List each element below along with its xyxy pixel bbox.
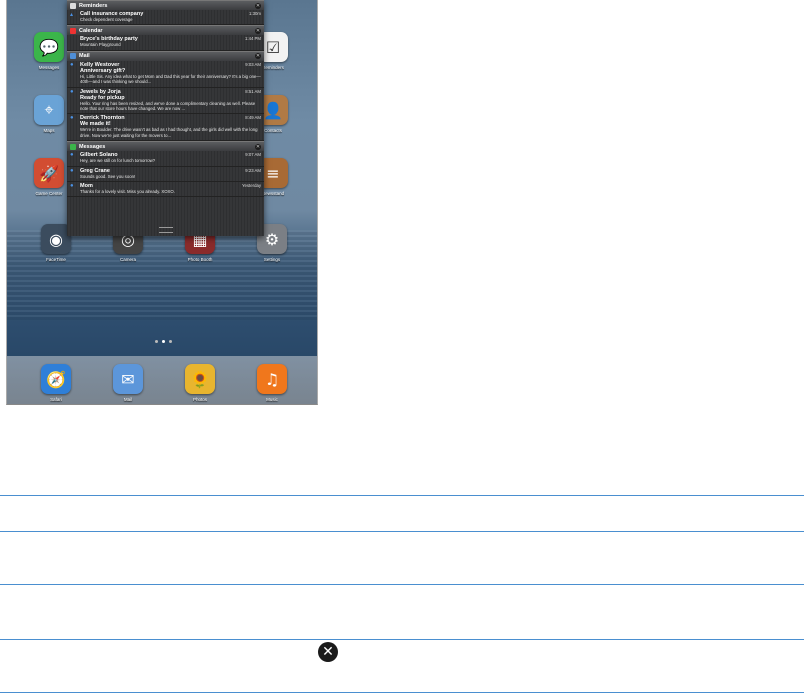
section-title: Calendar (79, 27, 103, 34)
section-mail: Mail ✕ (67, 50, 264, 61)
page-dot-current (162, 340, 165, 343)
section-title: Messages (79, 143, 106, 150)
unread-dot-icon: ● (70, 183, 74, 190)
notification-item[interactable]: ● Derrick Thornton 8:49 AM We made it! We… (67, 114, 264, 142)
app-label: Photo Booth (187, 257, 213, 262)
notification-time: 9:23 AM (245, 167, 261, 173)
messages-app-icon: 💬 (34, 32, 64, 62)
notification-text: We're in Boulder. The drive wasn't as ba… (80, 127, 258, 138)
notification-item[interactable]: ● Gilbert Solano 9:07 AM Hey, are we stil… (67, 151, 264, 167)
table-rule (0, 584, 804, 585)
notification-time: 8:51 AM (245, 88, 261, 94)
table-rule (0, 639, 804, 640)
notification-time: 1:44 PM (244, 36, 261, 42)
app-label: FaceTime (46, 257, 66, 262)
app-safari[interactable]: 🧭 Safari (36, 364, 76, 402)
notification-item[interactable]: Bryce's birthday party 1:44 PM Mountain P… (67, 35, 264, 51)
app-label: Messages (38, 65, 60, 70)
safari-app-icon: 🧭 (41, 364, 71, 394)
app-label: Camera (119, 257, 136, 262)
unread-dot-icon: ● (70, 115, 74, 122)
notification-text: Hello. Your ring has been resized, and w… (80, 100, 256, 112)
close-icon[interactable]: ✕ (255, 27, 261, 34)
section-reminders: Reminders ✕ (67, 0, 264, 10)
section-title: Mail (79, 53, 90, 60)
notification-time: 9:07 AM (245, 152, 261, 158)
ipad-screenshot: 💬 Messages ⌖ Maps 🚀 Game Center ☑ Remind… (6, 0, 318, 405)
music-app-icon: ♫ (257, 364, 287, 394)
notification-text: Mountain Playground (80, 42, 121, 48)
unread-dot-icon (70, 36, 80, 47)
app-label: Maps (43, 128, 55, 133)
table-rule (0, 495, 804, 496)
calendar-icon (70, 27, 76, 34)
unread-dot-icon: ● (70, 167, 74, 174)
app-music[interactable]: ♫ Music (252, 364, 292, 402)
app-label: Settings (263, 257, 281, 262)
unread-dot-icon: ● (70, 88, 74, 95)
notification-time: 8:49 AM (245, 115, 261, 121)
notification-time: Yesterday (242, 183, 261, 189)
notification-time: 1:30m (249, 11, 261, 16)
maps-app-icon: ⌖ (34, 95, 64, 125)
notification-center[interactable]: Reminders ✕ ▴ Call insurance company 1:30… (67, 0, 264, 236)
mail-app-icon: ✉ (113, 364, 143, 394)
app-label: Mail (123, 397, 133, 402)
reminders-icon (70, 2, 76, 9)
app-mail[interactable]: ✉ Mail (108, 364, 148, 402)
notification-text: Check dependent coverage (80, 17, 133, 22)
section-messages: Messages ✕ (67, 141, 264, 152)
notification-text: Hey, are we still on for lunch tomorrow? (80, 158, 156, 164)
messages-icon (70, 143, 76, 150)
app-label: Music (266, 397, 278, 402)
app-game-center[interactable]: 🚀 Game Center (29, 158, 69, 196)
app-photos[interactable]: 🌻 Photos (180, 364, 220, 402)
app-label: Photos (192, 397, 207, 402)
notification-time: 9:03 AM (245, 61, 261, 67)
section-title: Reminders (79, 2, 108, 9)
app-messages[interactable]: 💬 Messages (29, 32, 69, 70)
page-dot (169, 340, 172, 343)
app-label: Game Center (35, 191, 63, 196)
bell-icon: ▴ (70, 12, 74, 18)
app-maps[interactable]: ⌖ Maps (29, 95, 69, 133)
unread-dot-icon: ● (70, 152, 74, 159)
mail-icon (70, 53, 76, 60)
notification-title: Greg Crane (80, 167, 110, 174)
notification-item[interactable]: ● Jewels by Jorja 8:51 AM Ready for picku… (67, 88, 264, 115)
table-rule (0, 692, 804, 693)
search-page-dot (155, 340, 158, 343)
section-calendar: Calendar ✕ (67, 25, 264, 36)
close-icon[interactable]: ✕ (255, 2, 261, 9)
notification-item[interactable]: ● Mom Yesterday Thanks for a lovely visit… (67, 182, 264, 198)
notification-title: Jewels by Jorja (80, 88, 121, 95)
notification-item[interactable]: ● Greg Crane 9:23 AM Sounds good. See you… (67, 167, 264, 183)
notification-text: Thanks for a lovely visit. Miss you alre… (80, 189, 175, 195)
table-rule (0, 531, 804, 532)
notification-text: Sounds good. See you soon! (80, 173, 136, 179)
close-icon: ✕ (318, 642, 338, 662)
notification-item[interactable]: ● Kelly Westover 9:03 AM Anniversary gift… (67, 61, 264, 88)
app-label: Safari (50, 397, 62, 402)
notification-title: Kelly Westover (80, 61, 120, 68)
grabber-handle[interactable] (159, 227, 173, 233)
notification-text: Hi, Little Sis. Any idea what to get Mom… (80, 73, 261, 85)
page-indicator[interactable] (155, 340, 172, 343)
unread-dot-icon: ● (70, 61, 74, 68)
notification-item[interactable]: ▴ Call insurance company 1:30m Check depe… (67, 10, 264, 26)
close-icon[interactable]: ✕ (255, 143, 261, 150)
photos-app-icon: 🌻 (185, 364, 215, 394)
close-icon[interactable]: ✕ (255, 53, 261, 60)
game-center-app-icon: 🚀 (34, 158, 64, 188)
